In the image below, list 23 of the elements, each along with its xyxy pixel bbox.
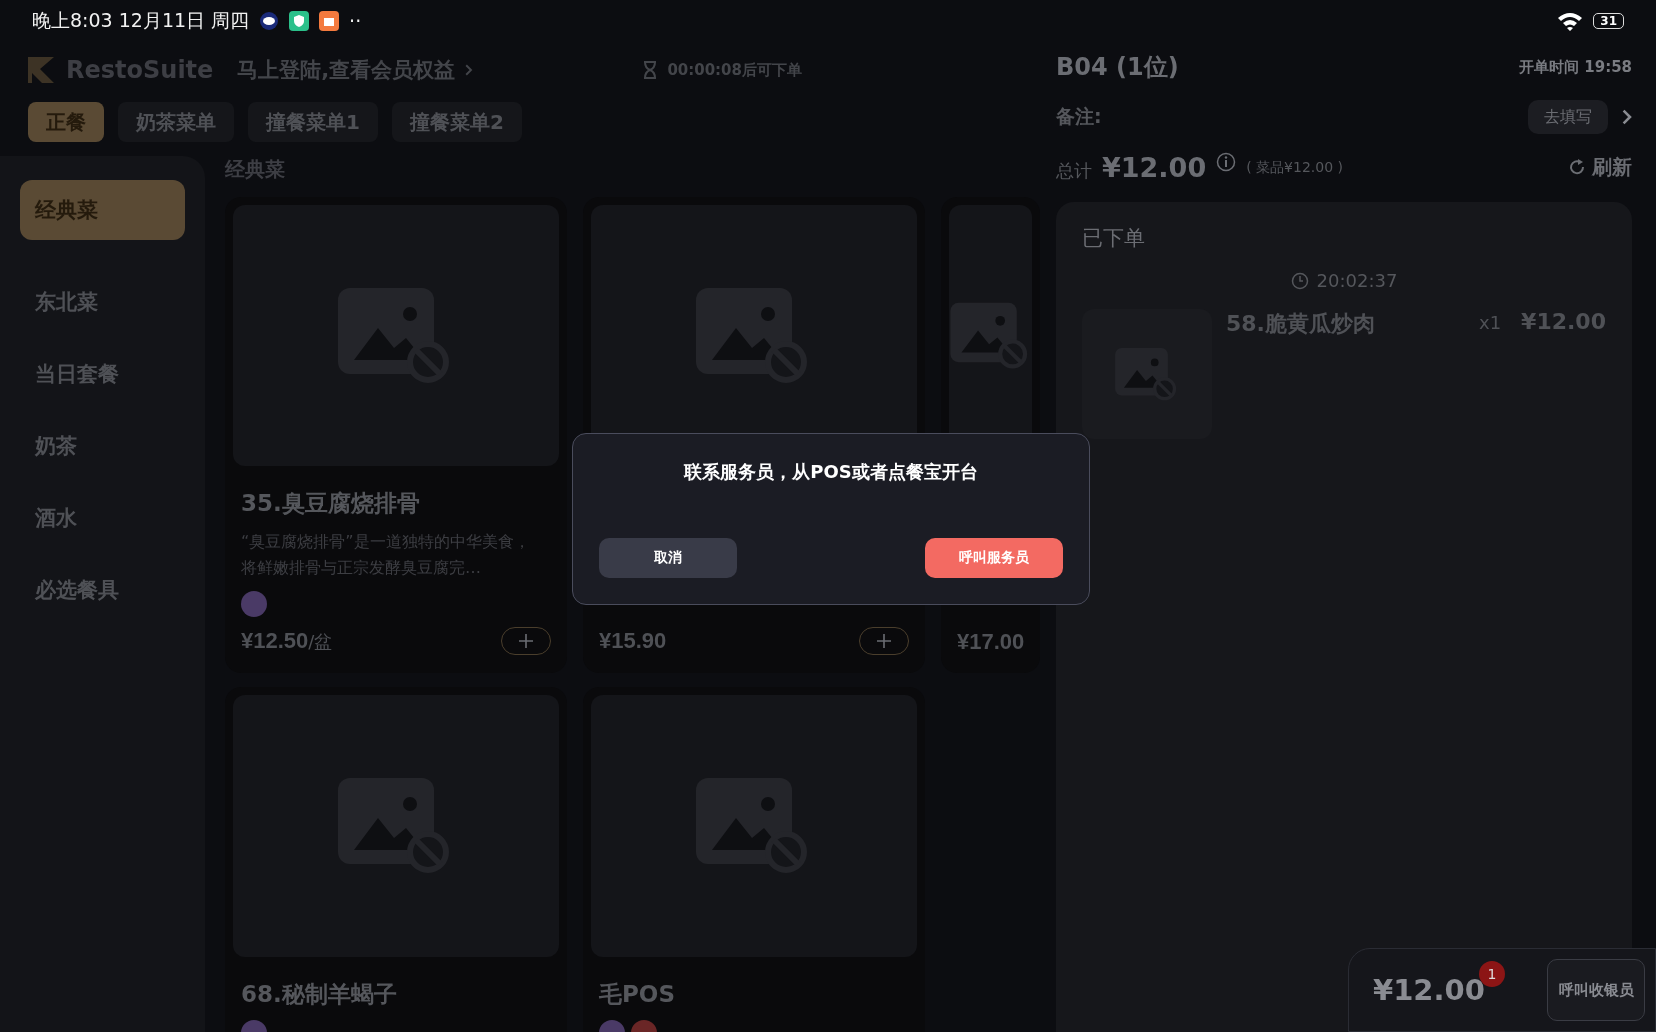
total-detail: ( 菜品¥12.00 ) xyxy=(1246,158,1343,177)
note-label: 备注: xyxy=(1056,104,1102,129)
table-number: B04 (1位) xyxy=(1056,52,1179,83)
placed-title: 已下单 xyxy=(1082,225,1146,252)
dish-price: ¥15.90 xyxy=(599,628,667,653)
total-label: 总计 xyxy=(1056,158,1092,183)
battery-icon: 31 xyxy=(1593,13,1624,29)
price-unit: /盆 xyxy=(308,631,333,652)
dish-price: ¥12.50 xyxy=(241,628,309,653)
item-price: ¥12.00 xyxy=(1521,309,1606,334)
status-time: 晚上8:03 12月11日 周四 xyxy=(32,8,250,33)
open-time: 开单时间 19:58 xyxy=(1519,57,1632,77)
item-quantity: x1 xyxy=(1479,312,1502,333)
dish-name: 毛POS xyxy=(599,980,676,1009)
dish-price: ¥17.00 xyxy=(957,629,1025,654)
order-countdown: 00:00:08后可下单 xyxy=(667,60,802,80)
total-amount: ¥12.00 xyxy=(1102,151,1207,183)
dish-name: 35.臭豆腐烧排骨 xyxy=(241,489,421,518)
dish-name: 68.秘制羊蝎子 xyxy=(241,980,398,1009)
more-dots: ·· xyxy=(349,10,362,32)
placed-time: 20:02:37 xyxy=(1316,270,1398,291)
dialog-message: 联系服务员，从POS或者点餐宝开台 xyxy=(684,460,978,484)
item-name: 58.脆黄瓜炒肉 xyxy=(1226,310,1375,338)
